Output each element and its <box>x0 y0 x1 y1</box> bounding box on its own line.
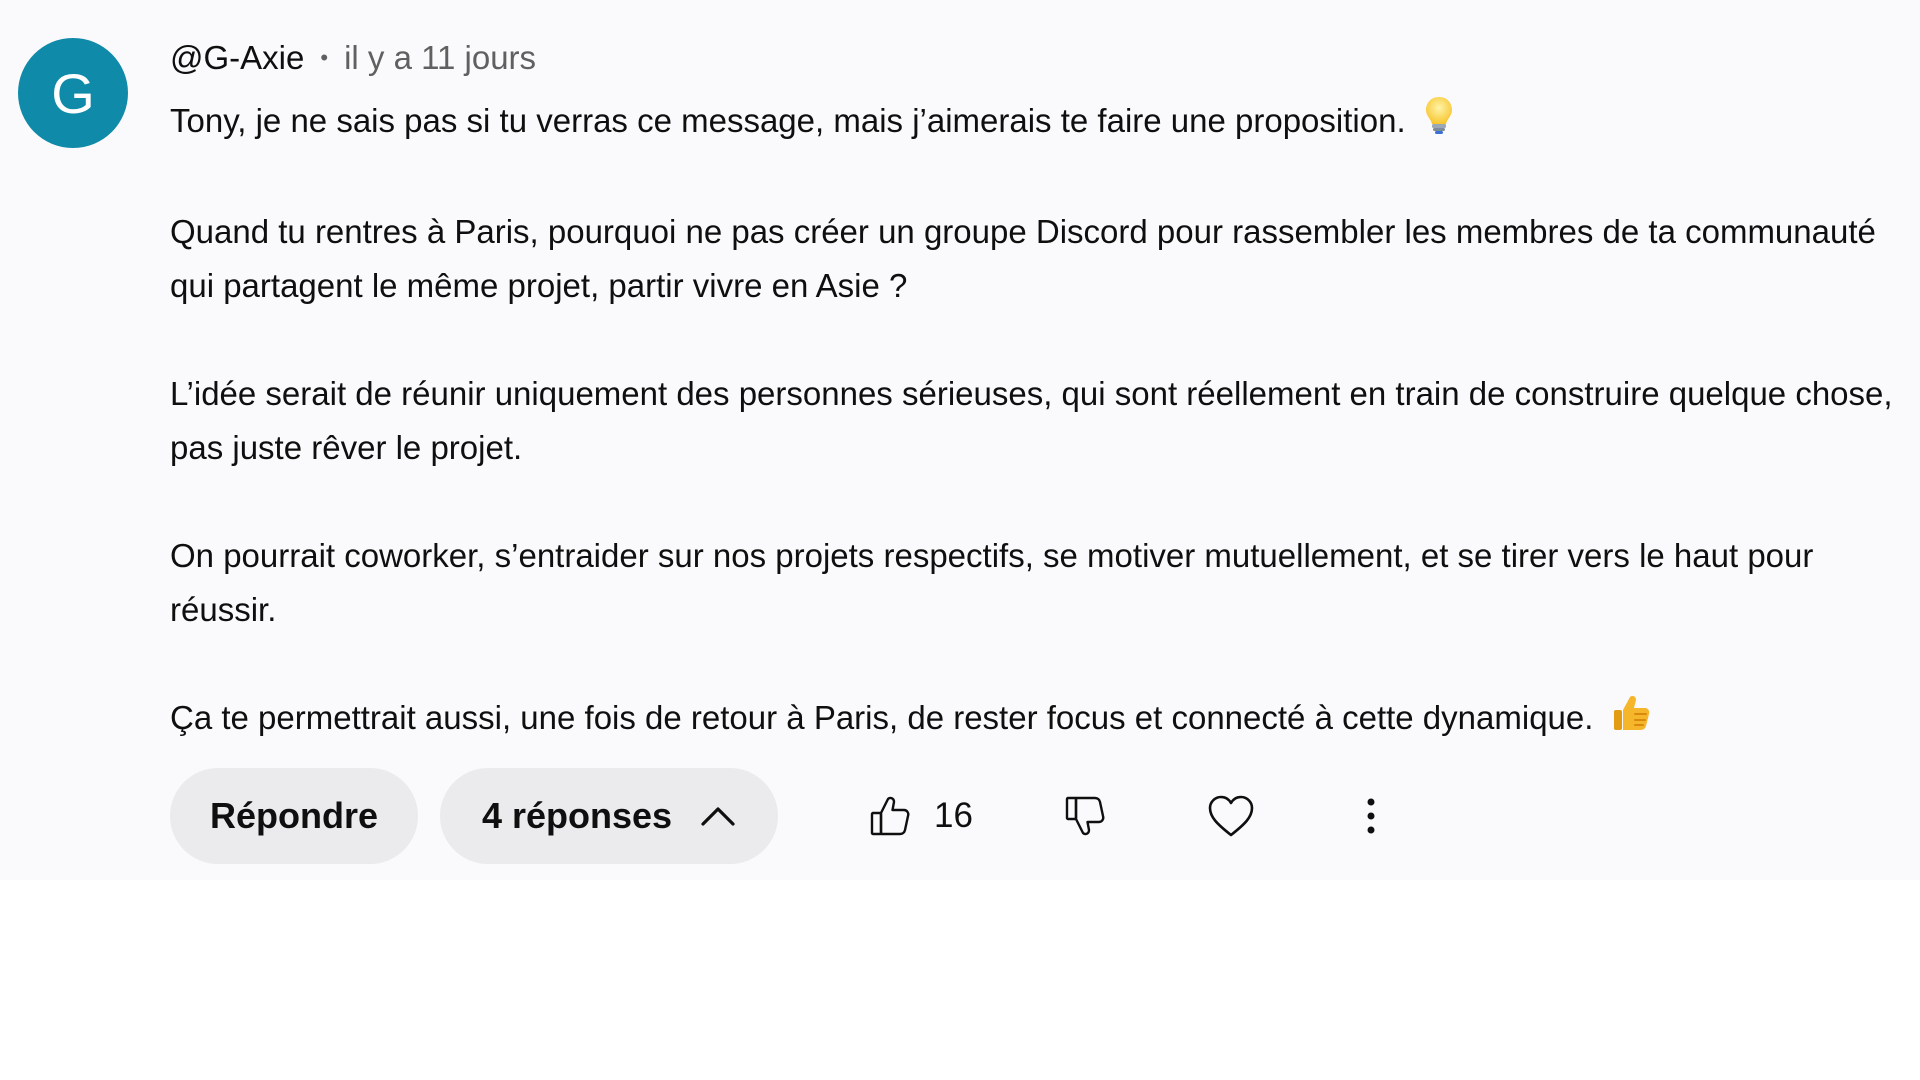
comment-paragraph: On pourrait coworker, s’entraider sur no… <box>170 537 1814 629</box>
comment-paragraph: L’idée serait de réunir uniquement des p… <box>170 375 1893 467</box>
avatar-letter: G <box>51 61 95 125</box>
more-vert-icon <box>1365 796 1377 836</box>
comment-header: @G-Axie • il y a 11 jours <box>170 30 1915 86</box>
thumbs-up-icon <box>868 794 912 838</box>
author-name[interactable]: @G-Axie <box>170 39 304 77</box>
comment-thread: G @G-Axie • il y a 11 jours Tony, je ne … <box>0 0 1920 880</box>
thumbs-up-emoji-icon <box>1611 693 1651 749</box>
show-replies-button[interactable]: 4 réponses <box>440 768 778 864</box>
dislike-button[interactable] <box>1063 794 1107 838</box>
thumbs-down-icon <box>1063 794 1107 838</box>
heart-icon <box>1207 794 1255 838</box>
comment-paragraph: Tony, je ne sais pas si tu verras ce mes… <box>170 94 1915 151</box>
separator-dot: • <box>320 45 329 70</box>
comment-body: @G-Axie • il y a 11 jours Tony, je ne sa… <box>170 30 1915 749</box>
comment-paragraph: Ça te permettrait aussi, une fois de ret… <box>170 691 1915 748</box>
like-button[interactable]: 16 <box>868 794 973 838</box>
reply-button-label: Répondre <box>209 795 378 836</box>
more-actions-button[interactable] <box>1365 796 1377 836</box>
comment-actions: Répondre 4 réponses 16 <box>170 768 1910 864</box>
like-count: 16 <box>934 796 973 835</box>
heart-button[interactable] <box>1207 794 1255 838</box>
replies-button-label: 4 réponses <box>481 795 673 836</box>
reply-button[interactable]: Répondre <box>170 768 418 864</box>
chevron-up-icon <box>700 805 736 827</box>
comment-text: Tony, je ne sais pas si tu verras ce mes… <box>170 94 1915 749</box>
light-bulb-icon <box>1424 95 1454 151</box>
avatar[interactable]: G <box>18 38 128 148</box>
comment-timestamp[interactable]: il y a 11 jours <box>344 39 536 77</box>
paragraph-text-1: Tony, je ne sais pas si tu verras ce mes… <box>170 102 1406 139</box>
comment-paragraph: Quand tu rentres à Paris, pourquoi ne pa… <box>170 213 1876 305</box>
paragraph-text-5: Ça te permettrait aussi, une fois de ret… <box>170 699 1594 737</box>
